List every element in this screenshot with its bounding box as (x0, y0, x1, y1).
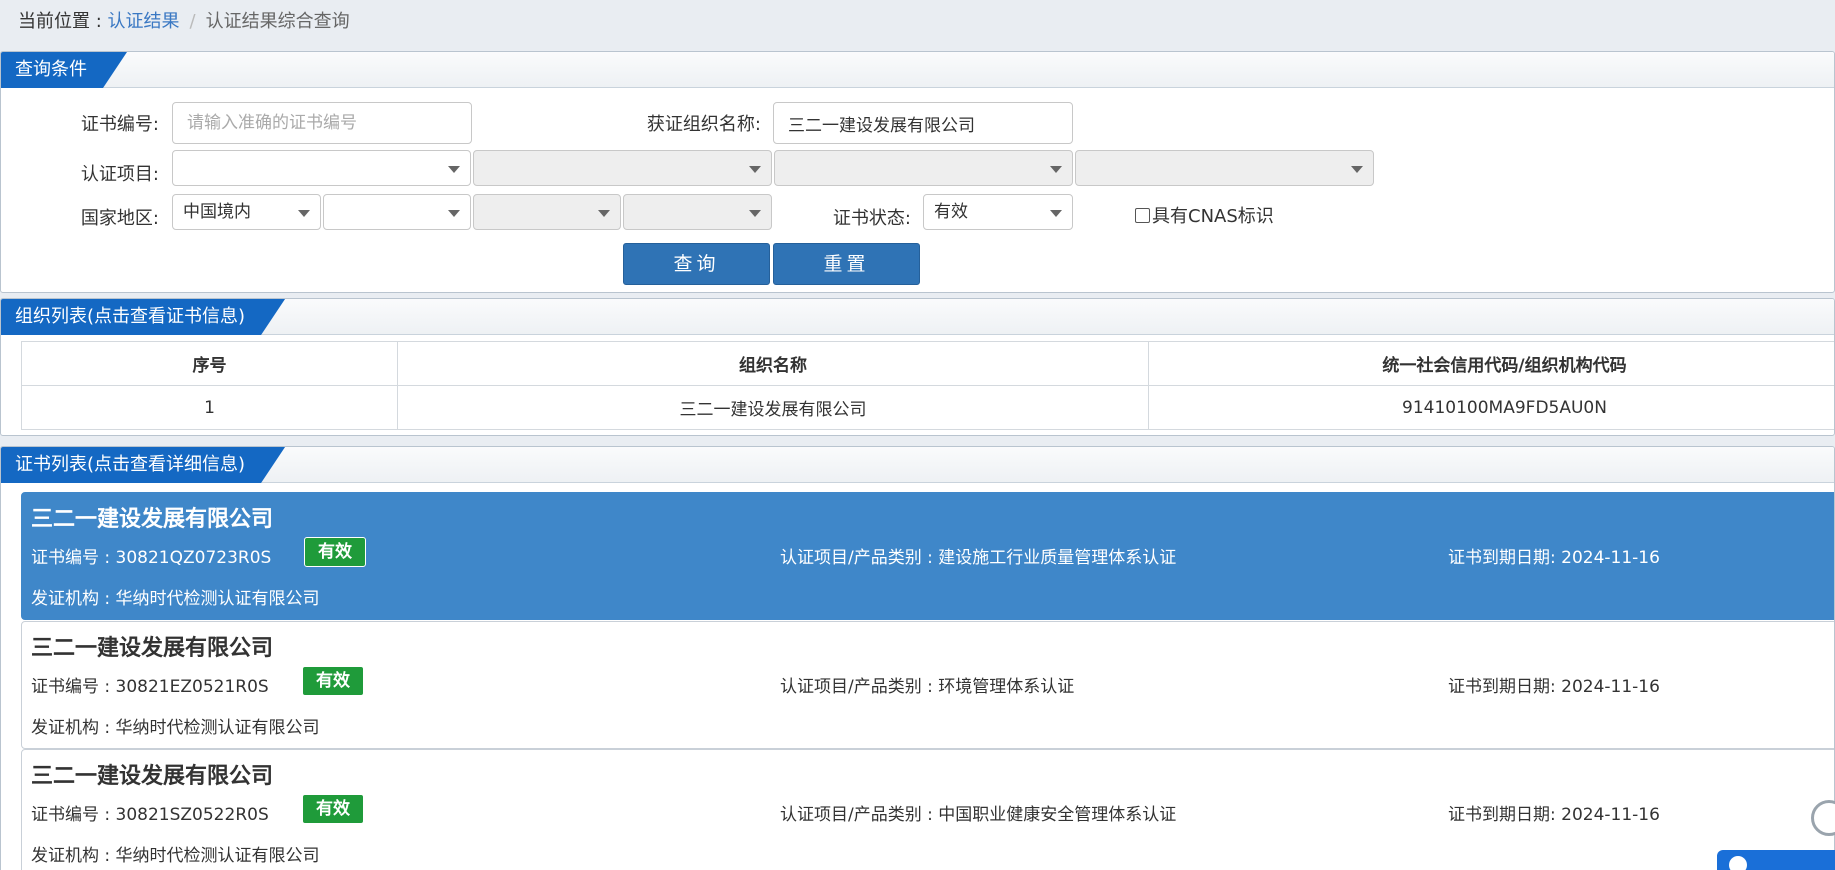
breadcrumb-prefix: 当前位置 : (18, 11, 108, 32)
org-list-panel: 组织列表(点击查看证书信息) 序号 组织名称 统一社会信用代码/组织机构代码 1… (0, 298, 1835, 436)
query-panel-title: 查询条件 (1, 52, 127, 88)
status-selected-value: 有效 (934, 202, 968, 222)
breadcrumb-separator: / (189, 11, 196, 32)
project-label: 认证项目: (80, 164, 159, 185)
cert-expiry: 证书到期日期: 2024-11-16 (1448, 548, 1660, 568)
chevron-down-icon (749, 166, 761, 173)
cell-credit-code: 91410100MA9FD5AU0N (1148, 385, 1834, 430)
query-panel: 查询条件 证书编号: 获证组织名称: 认证项目: 国家地区: 中国境内 证书状态… (0, 51, 1835, 293)
cert-list-header: 证书列表(点击查看详细信息) (1, 447, 1834, 483)
org-table: 序号 组织名称 统一社会信用代码/组织机构代码 1 三二一建设发展有限公司 91… (21, 341, 1834, 430)
col-header-credit-code: 统一社会信用代码/组织机构代码 (1148, 341, 1834, 386)
cert-issuer: 发证机构 : 华纳时代检测认证有限公司 (31, 718, 320, 738)
cert-list-item[interactable]: 三二一建设发展有限公司 证书编号 : 30821QZ0723R0S 有效 认证项… (21, 492, 1834, 620)
cert-expiry: 证书到期日期: 2024-11-16 (1448, 805, 1660, 825)
reset-button[interactable]: 重置 (773, 243, 920, 285)
chevron-down-icon (298, 210, 310, 217)
breadcrumb-current: 认证结果综合查询 (205, 11, 350, 32)
cert-project: 认证项目/产品类别 : 环境管理体系认证 (780, 677, 1075, 697)
cnas-checkbox-wrap[interactable]: 具有CNAS标识 (1135, 202, 1274, 228)
chevron-down-icon (1351, 166, 1363, 173)
online-service-button[interactable] (1717, 850, 1835, 870)
status-badge: 有效 (302, 794, 364, 824)
project-select-1[interactable] (172, 150, 471, 186)
status-select[interactable]: 有效 (923, 194, 1073, 230)
chevron-down-icon (1050, 166, 1062, 173)
table-row[interactable]: 1 三二一建设发展有限公司 91410100MA9FD5AU0N (21, 385, 1834, 430)
query-panel-header: 查询条件 (1, 52, 1834, 88)
breadcrumb-link-results[interactable]: 认证结果 (108, 11, 180, 32)
status-badge: 有效 (304, 537, 366, 567)
chevron-down-icon (448, 166, 460, 173)
cert-project: 认证项目/产品类别 : 建设施工行业质量管理体系认证 (780, 548, 1177, 568)
chat-icon (1729, 856, 1747, 870)
org-name-label: 获证组织名称: (646, 114, 761, 135)
cert-no-label: 证书编号: (80, 114, 159, 135)
cert-project: 认证项目/产品类别 : 中国职业健康安全管理体系认证 (780, 805, 1177, 825)
search-button[interactable]: 查询 (623, 243, 770, 285)
project-select-3[interactable] (774, 150, 1073, 186)
cert-list-item[interactable]: 三二一建设发展有限公司 证书编号 : 30821SZ0522R0S 有效 认证项… (21, 749, 1834, 870)
cert-number: 证书编号 : 30821EZ0521R0S (31, 677, 269, 697)
cert-number: 证书编号 : 30821QZ0723R0S (31, 548, 272, 568)
cert-org-name: 三二一建设发展有限公司 (31, 764, 274, 789)
cert-number: 证书编号 : 30821SZ0522R0S (31, 805, 269, 825)
cert-list-panel: 证书列表(点击查看详细信息) 三二一建设发展有限公司 证书编号 : 30821Q… (0, 446, 1835, 870)
cert-org-name: 三二一建设发展有限公司 (31, 507, 274, 532)
status-badge: 有效 (302, 666, 364, 696)
chevron-down-icon (598, 210, 610, 217)
region-select-city[interactable] (473, 194, 621, 230)
org-name-input[interactable] (773, 102, 1073, 144)
org-list-title: 组织列表(点击查看证书信息) (1, 299, 285, 335)
region-label: 国家地区: (80, 208, 159, 229)
cert-org-name: 三二一建设发展有限公司 (31, 636, 274, 661)
cnas-checkbox[interactable] (1135, 207, 1150, 223)
region-select-district[interactable] (623, 194, 772, 230)
project-select-4[interactable] (1075, 150, 1374, 186)
cert-expiry: 证书到期日期: 2024-11-16 (1448, 677, 1660, 697)
breadcrumb: 当前位置 : 认证结果 / 认证结果综合查询 (0, 0, 1835, 50)
cell-org-name[interactable]: 三二一建设发展有限公司 (397, 385, 1149, 430)
cell-index: 1 (21, 385, 398, 430)
region-selected-value: 中国境内 (183, 202, 251, 222)
cert-list-title: 证书列表(点击查看详细信息) (1, 447, 285, 483)
status-label: 证书状态: (832, 208, 911, 229)
chevron-down-icon (448, 210, 460, 217)
region-select-province[interactable] (323, 194, 471, 230)
cert-list-item[interactable]: 三二一建设发展有限公司 证书编号 : 30821EZ0521R0S 有效 认证项… (21, 621, 1834, 749)
cnas-checkbox-label: 具有CNAS标识 (1152, 206, 1274, 227)
org-table-header-row: 序号 组织名称 统一社会信用代码/组织机构代码 (21, 341, 1834, 386)
chevron-down-icon (749, 210, 761, 217)
chevron-down-icon (1050, 210, 1062, 217)
cert-no-input[interactable] (172, 102, 472, 144)
org-list-header: 组织列表(点击查看证书信息) (1, 299, 1834, 335)
project-select-2[interactable] (473, 150, 772, 186)
col-header-index: 序号 (21, 341, 398, 386)
cert-issuer: 发证机构 : 华纳时代检测认证有限公司 (31, 589, 320, 609)
col-header-org-name: 组织名称 (397, 341, 1149, 386)
region-select-country[interactable]: 中国境内 (172, 194, 321, 230)
cert-issuer: 发证机构 : 华纳时代检测认证有限公司 (31, 846, 320, 866)
